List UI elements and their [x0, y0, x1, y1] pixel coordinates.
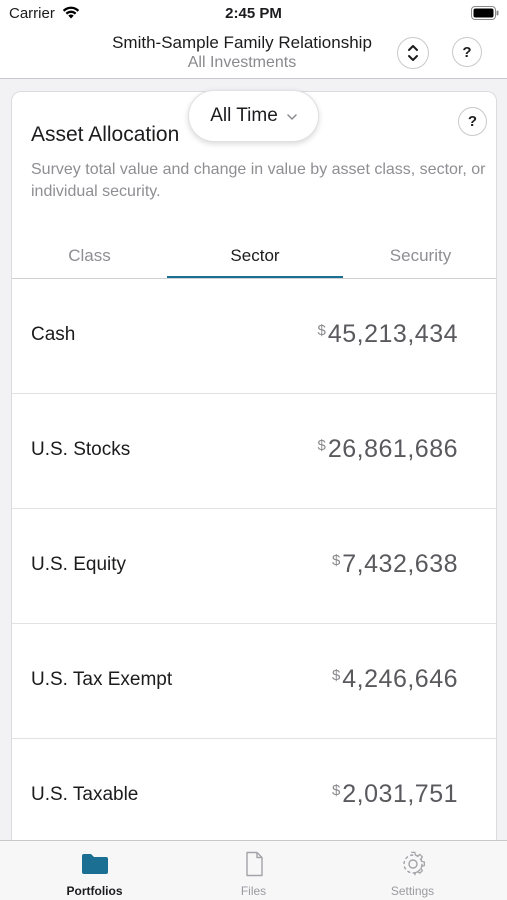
screen: Carrier 2:45 PM Smith-Sample Family Rela…: [0, 0, 507, 900]
sector-amount: 45,213,434: [327, 320, 458, 348]
sector-name: U.S. Stocks: [31, 439, 131, 460]
sector-list: Cash $ 45,213,434 U.S. Stocks $ 26,861,6…: [12, 279, 496, 850]
list-item[interactable]: U.S. Equity $ 7,432,638: [12, 509, 496, 624]
tab-class[interactable]: Class: [12, 232, 167, 279]
question-mark-icon: ?: [467, 113, 478, 130]
sector-value: $ 45,213,434: [318, 320, 458, 349]
list-item[interactable]: U.S. Stocks $ 26,861,686: [12, 394, 496, 509]
sector-name: Cash: [31, 324, 76, 345]
battery-icon: [471, 6, 499, 20]
navigation-header: Smith-Sample Family Relationship All Inv…: [0, 28, 507, 79]
bottom-tab-bar: Portfolios Files Settings: [0, 840, 507, 900]
asset-allocation-card: Asset Allocation ? Survey total value an…: [11, 91, 497, 851]
sector-name: U.S. Tax Exempt: [31, 669, 173, 690]
file-icon: [246, 851, 263, 877]
sector-value: $ 7,432,638: [332, 550, 458, 579]
period-dropdown[interactable]: All Time: [188, 90, 319, 142]
card-description: Survey total value and change in value b…: [31, 161, 486, 200]
sector-name: U.S. Equity: [31, 554, 127, 575]
period-selected-label: All Time: [210, 105, 278, 126]
clock: 2:45 PM: [225, 5, 282, 22]
tab-security[interactable]: Security: [343, 232, 496, 279]
folder-icon: [82, 854, 108, 874]
sector-value: $ 26,861,686: [318, 435, 458, 464]
sector-amount: 7,432,638: [342, 550, 458, 578]
question-mark-icon: ?: [462, 43, 472, 61]
currency-symbol: $: [331, 552, 341, 569]
allocation-tabs: Class Sector Security: [12, 232, 496, 279]
sector-value: $ 2,031,751: [332, 780, 458, 809]
status-bar: Carrier 2:45 PM: [0, 0, 507, 28]
currency-symbol: $: [317, 437, 326, 454]
header-help-button[interactable]: ?: [452, 37, 482, 67]
active-tab-indicator: [167, 276, 343, 278]
currency-symbol: $: [331, 782, 341, 799]
card-help-button[interactable]: ?: [458, 107, 487, 136]
sector-name: U.S. Taxable: [31, 784, 139, 805]
tabbar-item-portfolios[interactable]: Portfolios: [10, 841, 179, 900]
tabbar-label: Portfolios: [66, 884, 123, 898]
list-item[interactable]: U.S. Tax Exempt $ 4,246,646: [12, 624, 496, 739]
sector-amount: 26,861,686: [327, 435, 458, 463]
tabbar-label: Files: [240, 884, 267, 898]
card-title: Asset Allocation: [31, 123, 180, 146]
currency-symbol: $: [331, 667, 341, 684]
sector-amount: 2,031,751: [342, 780, 458, 808]
tab-sector[interactable]: Sector: [167, 232, 343, 279]
currency-symbol: $: [317, 322, 326, 339]
switch-relationship-button[interactable]: [397, 37, 429, 69]
chevron-down-icon: [287, 113, 297, 120]
sector-value: $ 4,246,646: [332, 665, 458, 694]
tabbar-label: Settings: [390, 884, 435, 898]
list-item[interactable]: Cash $ 45,213,434: [12, 279, 496, 394]
up-down-chevron-icon: [408, 45, 418, 61]
tabbar-item-files[interactable]: Files: [169, 841, 338, 900]
list-item[interactable]: U.S. Taxable $ 2,031,751: [12, 739, 496, 850]
tabbar-item-settings[interactable]: Settings: [328, 841, 497, 900]
sector-amount: 4,246,646: [342, 665, 458, 693]
gear-icon: [403, 851, 425, 876]
